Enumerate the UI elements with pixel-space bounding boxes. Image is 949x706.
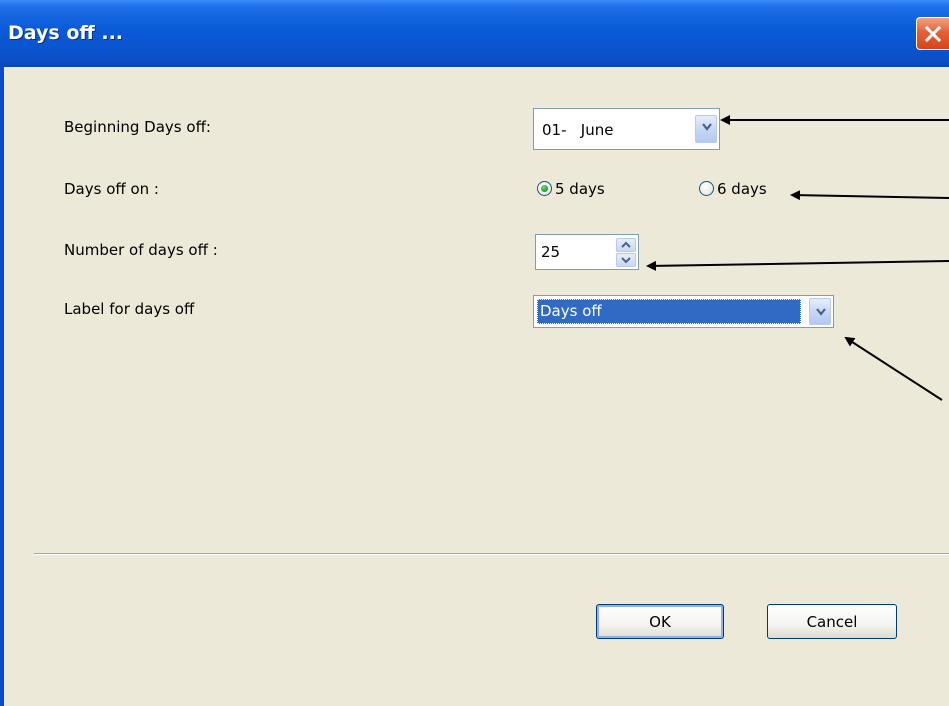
annotation-arrow [790,190,949,201]
annotation-arrow [844,336,943,401]
annotation-arrows [646,115,949,401]
annotation-arrow [646,260,949,271]
dialog-window: Days off ... Beginning Days off: 01- Jun… [0,0,949,706]
